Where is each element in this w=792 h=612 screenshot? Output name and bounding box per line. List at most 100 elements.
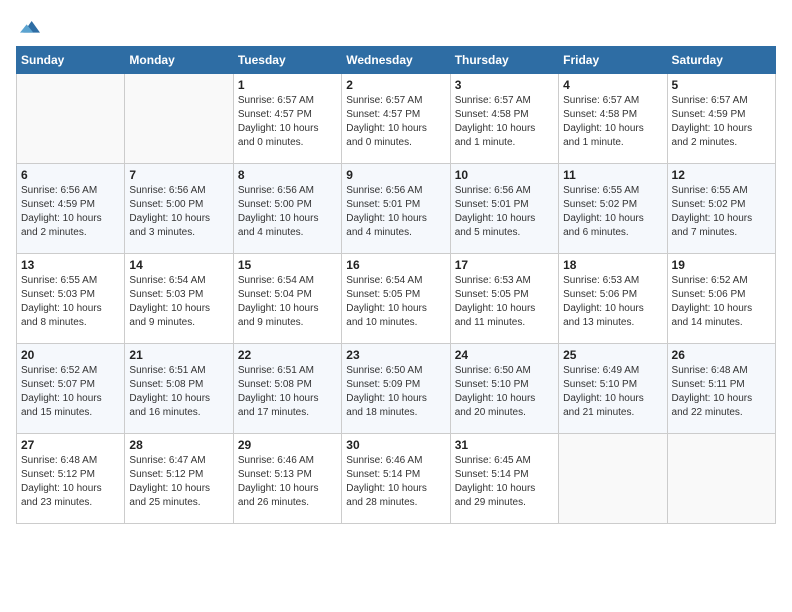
day-number: 4 [563,78,662,92]
day-number: 29 [238,438,337,452]
day-number: 9 [346,168,445,182]
day-info: Sunrise: 6:55 AM Sunset: 5:02 PM Dayligh… [672,184,771,240]
day-info: Sunrise: 6:57 AM Sunset: 4:58 PM Dayligh… [455,94,554,150]
day-number: 1 [238,78,337,92]
calendar-cell: 18 Sunrise: 6:53 AM Sunset: 5:06 PM Dayli… [559,254,667,344]
calendar-cell [17,74,125,164]
calendar-cell: 9Sunrise: 6:56 AM Sunset: 5:01 PM Daylig… [342,164,450,254]
calendar-table: SundayMondayTuesdayWednesdayThursdayFrid… [16,46,776,524]
calendar-cell: 23Sunrise: 6:50 AM Sunset: 5:09 PM Dayli… [342,344,450,434]
day-info: Sunrise: 6:56 AM Sunset: 5:01 PM Dayligh… [455,184,554,240]
day-number: 11 [563,168,662,182]
day-info: Sunrise: 6:56 AM Sunset: 4:59 PM Dayligh… [21,184,120,240]
calendar-cell: 3 Sunrise: 6:57 AM Sunset: 4:58 PM Daylig… [450,74,558,164]
calendar-cell: 19 Sunrise: 6:52 AM Sunset: 5:06 PM Dayli… [667,254,775,344]
day-info: Sunrise: 6:45 AM Sunset: 5:14 PM Dayligh… [455,454,554,510]
day-number: 14 [129,258,228,272]
calendar-header-row: SundayMondayTuesdayWednesdayThursdayFrid… [17,47,776,74]
day-number: 12 [672,168,771,182]
calendar-cell: 20 Sunrise: 6:52 AM Sunset: 5:07 PM Dayli… [17,344,125,434]
day-info: Sunrise: 6:57 AM Sunset: 4:57 PM Dayligh… [238,94,337,150]
calendar-cell: 7Sunrise: 6:56 AM Sunset: 5:00 PM Daylig… [125,164,233,254]
calendar-cell: 27 Sunrise: 6:48 AM Sunset: 5:12 PM Dayli… [17,434,125,524]
calendar-week-row: 13 Sunrise: 6:55 AM Sunset: 5:03 PM Dayli… [17,254,776,344]
day-number: 6 [21,168,120,182]
day-number: 25 [563,348,662,362]
day-info: Sunrise: 6:57 AM Sunset: 4:57 PM Dayligh… [346,94,445,150]
day-info: Sunrise: 6:52 AM Sunset: 5:07 PM Dayligh… [21,364,120,420]
day-info: Sunrise: 6:53 AM Sunset: 5:05 PM Dayligh… [455,274,554,330]
calendar-week-row: 1 Sunrise: 6:57 AM Sunset: 4:57 PM Daylig… [17,74,776,164]
calendar-cell [125,74,233,164]
logo [16,16,40,36]
day-number: 28 [129,438,228,452]
day-info: Sunrise: 6:50 AM Sunset: 5:10 PM Dayligh… [455,364,554,420]
day-number: 22 [238,348,337,362]
day-info: Sunrise: 6:48 AM Sunset: 5:11 PM Dayligh… [672,364,771,420]
calendar-cell: 2Sunrise: 6:57 AM Sunset: 4:57 PM Daylig… [342,74,450,164]
day-info: Sunrise: 6:54 AM Sunset: 5:03 PM Dayligh… [129,274,228,330]
calendar-cell: 26 Sunrise: 6:48 AM Sunset: 5:11 PM Dayli… [667,344,775,434]
calendar-cell: 31 Sunrise: 6:45 AM Sunset: 5:14 PM Dayli… [450,434,558,524]
calendar-week-row: 20 Sunrise: 6:52 AM Sunset: 5:07 PM Dayli… [17,344,776,434]
day-number: 16 [346,258,445,272]
calendar-cell: 6 Sunrise: 6:56 AM Sunset: 4:59 PM Daylig… [17,164,125,254]
calendar-cell: 5 Sunrise: 6:57 AM Sunset: 4:59 PM Daylig… [667,74,775,164]
day-number: 5 [672,78,771,92]
day-info: Sunrise: 6:47 AM Sunset: 5:12 PM Dayligh… [129,454,228,510]
calendar-cell: 14 Sunrise: 6:54 AM Sunset: 5:03 PM Dayli… [125,254,233,344]
day-number: 8 [238,168,337,182]
calendar-cell: 12 Sunrise: 6:55 AM Sunset: 5:02 PM Dayli… [667,164,775,254]
calendar-cell: 13 Sunrise: 6:55 AM Sunset: 5:03 PM Dayli… [17,254,125,344]
day-number: 24 [455,348,554,362]
calendar-cell: 22Sunrise: 6:51 AM Sunset: 5:08 PM Dayli… [233,344,341,434]
day-info: Sunrise: 6:48 AM Sunset: 5:12 PM Dayligh… [21,454,120,510]
day-number: 20 [21,348,120,362]
calendar-cell: 1 Sunrise: 6:57 AM Sunset: 4:57 PM Daylig… [233,74,341,164]
day-number: 31 [455,438,554,452]
calendar-day-header: Sunday [17,47,125,74]
calendar-cell: 21 Sunrise: 6:51 AM Sunset: 5:08 PM Dayli… [125,344,233,434]
calendar-cell: 8 Sunrise: 6:56 AM Sunset: 5:00 PM Daylig… [233,164,341,254]
calendar-day-header: Saturday [667,47,775,74]
calendar-cell: 10 Sunrise: 6:56 AM Sunset: 5:01 PM Dayli… [450,164,558,254]
calendar-day-header: Friday [559,47,667,74]
calendar-cell: 4 Sunrise: 6:57 AM Sunset: 4:58 PM Daylig… [559,74,667,164]
calendar-cell: 29Sunrise: 6:46 AM Sunset: 5:13 PM Dayli… [233,434,341,524]
day-info: Sunrise: 6:52 AM Sunset: 5:06 PM Dayligh… [672,274,771,330]
day-number: 17 [455,258,554,272]
calendar-cell: 28 Sunrise: 6:47 AM Sunset: 5:12 PM Dayli… [125,434,233,524]
calendar-day-header: Wednesday [342,47,450,74]
day-info: Sunrise: 6:57 AM Sunset: 4:59 PM Dayligh… [672,94,771,150]
day-info: Sunrise: 6:55 AM Sunset: 5:03 PM Dayligh… [21,274,120,330]
calendar-week-row: 6 Sunrise: 6:56 AM Sunset: 4:59 PM Daylig… [17,164,776,254]
logo-icon [20,16,40,36]
calendar-cell: 15Sunrise: 6:54 AM Sunset: 5:04 PM Dayli… [233,254,341,344]
day-number: 10 [455,168,554,182]
calendar-cell: 30Sunrise: 6:46 AM Sunset: 5:14 PM Dayli… [342,434,450,524]
calendar-cell: 11 Sunrise: 6:55 AM Sunset: 5:02 PM Dayli… [559,164,667,254]
day-number: 15 [238,258,337,272]
day-number: 13 [21,258,120,272]
day-number: 18 [563,258,662,272]
calendar-cell: 24 Sunrise: 6:50 AM Sunset: 5:10 PM Dayli… [450,344,558,434]
day-info: Sunrise: 6:56 AM Sunset: 5:00 PM Dayligh… [129,184,228,240]
day-number: 19 [672,258,771,272]
day-info: Sunrise: 6:51 AM Sunset: 5:08 PM Dayligh… [129,364,228,420]
day-number: 21 [129,348,228,362]
day-number: 3 [455,78,554,92]
day-info: Sunrise: 6:56 AM Sunset: 5:00 PM Dayligh… [238,184,337,240]
calendar-cell [559,434,667,524]
calendar-day-header: Tuesday [233,47,341,74]
day-info: Sunrise: 6:46 AM Sunset: 5:14 PM Dayligh… [346,454,445,510]
day-info: Sunrise: 6:49 AM Sunset: 5:10 PM Dayligh… [563,364,662,420]
page-header [16,16,776,36]
calendar-cell [667,434,775,524]
day-info: Sunrise: 6:53 AM Sunset: 5:06 PM Dayligh… [563,274,662,330]
calendar-day-header: Thursday [450,47,558,74]
calendar-day-header: Monday [125,47,233,74]
day-number: 27 [21,438,120,452]
day-number: 26 [672,348,771,362]
day-info: Sunrise: 6:55 AM Sunset: 5:02 PM Dayligh… [563,184,662,240]
day-info: Sunrise: 6:57 AM Sunset: 4:58 PM Dayligh… [563,94,662,150]
